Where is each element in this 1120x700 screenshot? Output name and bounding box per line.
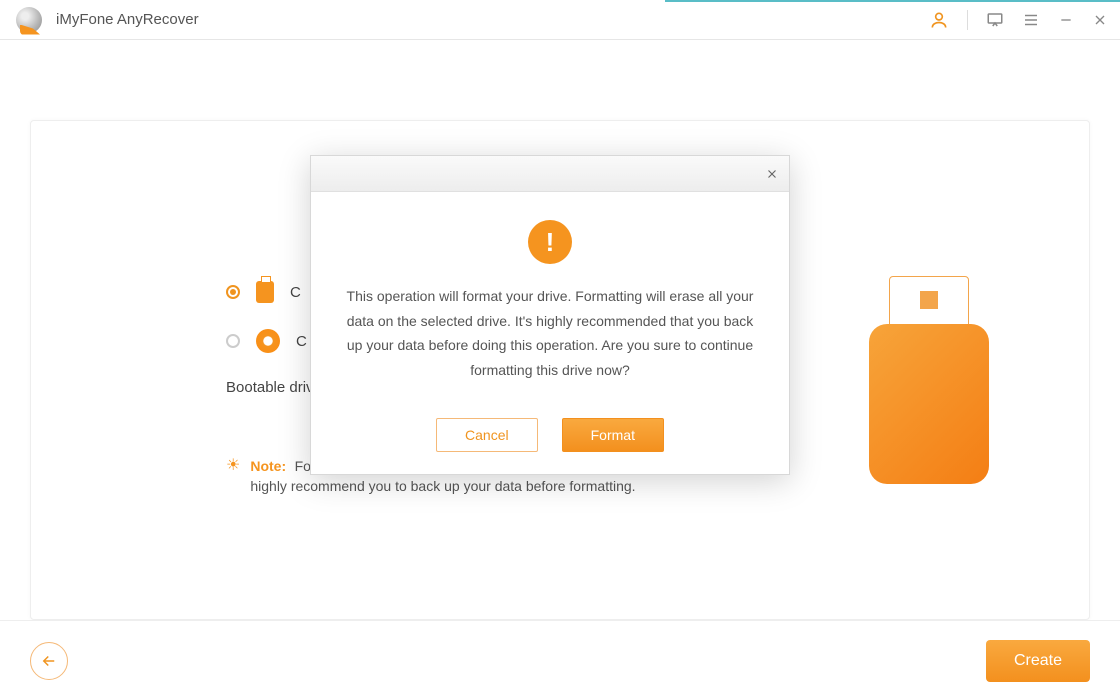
dialog-message: This operation will format your drive. F…: [345, 284, 755, 382]
format-button[interactable]: Format: [562, 418, 664, 452]
format-confirm-dialog: ! This operation will format your drive.…: [310, 155, 790, 475]
warning-icon: !: [528, 220, 572, 264]
dialog-close-icon[interactable]: [765, 167, 779, 181]
modal-overlay: ! This operation will format your drive.…: [0, 0, 1120, 700]
dialog-titlebar: [311, 156, 789, 192]
cancel-button[interactable]: Cancel: [436, 418, 538, 452]
